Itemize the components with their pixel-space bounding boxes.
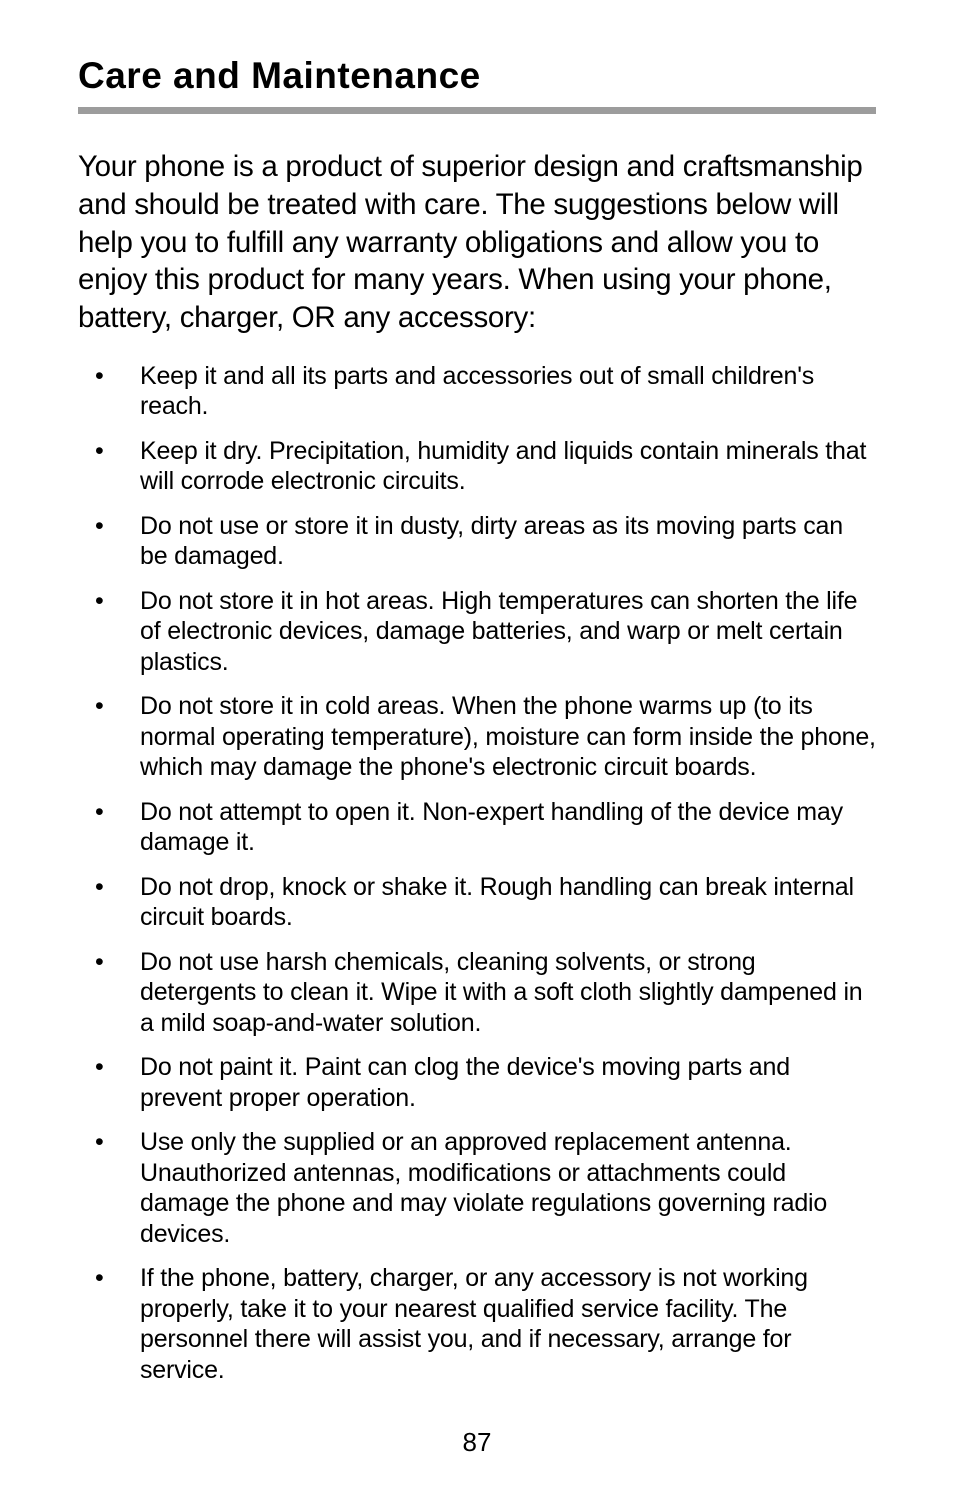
- list-item: Do not paint it. Paint can clog the devi…: [78, 1052, 876, 1113]
- list-item: Do not use harsh chemicals, cleaning sol…: [78, 947, 876, 1039]
- list-item: Do not store it in hot areas. High tempe…: [78, 586, 876, 678]
- section-title: Care and Maintenance: [78, 55, 876, 97]
- title-divider: [78, 107, 876, 114]
- bullet-list: Keep it and all its parts and accessorie…: [78, 361, 876, 1386]
- list-item: Do not drop, knock or shake it. Rough ha…: [78, 872, 876, 933]
- page-number: 87: [0, 1427, 954, 1458]
- list-item: Keep it and all its parts and accessorie…: [78, 361, 876, 422]
- list-item: Do not attempt to open it. Non-expert ha…: [78, 797, 876, 858]
- list-item: Use only the supplied or an approved rep…: [78, 1127, 876, 1249]
- list-item: Keep it dry. Precipitation, humidity and…: [78, 436, 876, 497]
- intro-paragraph: Your phone is a product of superior desi…: [78, 148, 876, 337]
- list-item: Do not store it in cold areas. When the …: [78, 691, 876, 783]
- list-item: If the phone, battery, charger, or any a…: [78, 1263, 876, 1385]
- list-item: Do not use or store it in dusty, dirty a…: [78, 511, 876, 572]
